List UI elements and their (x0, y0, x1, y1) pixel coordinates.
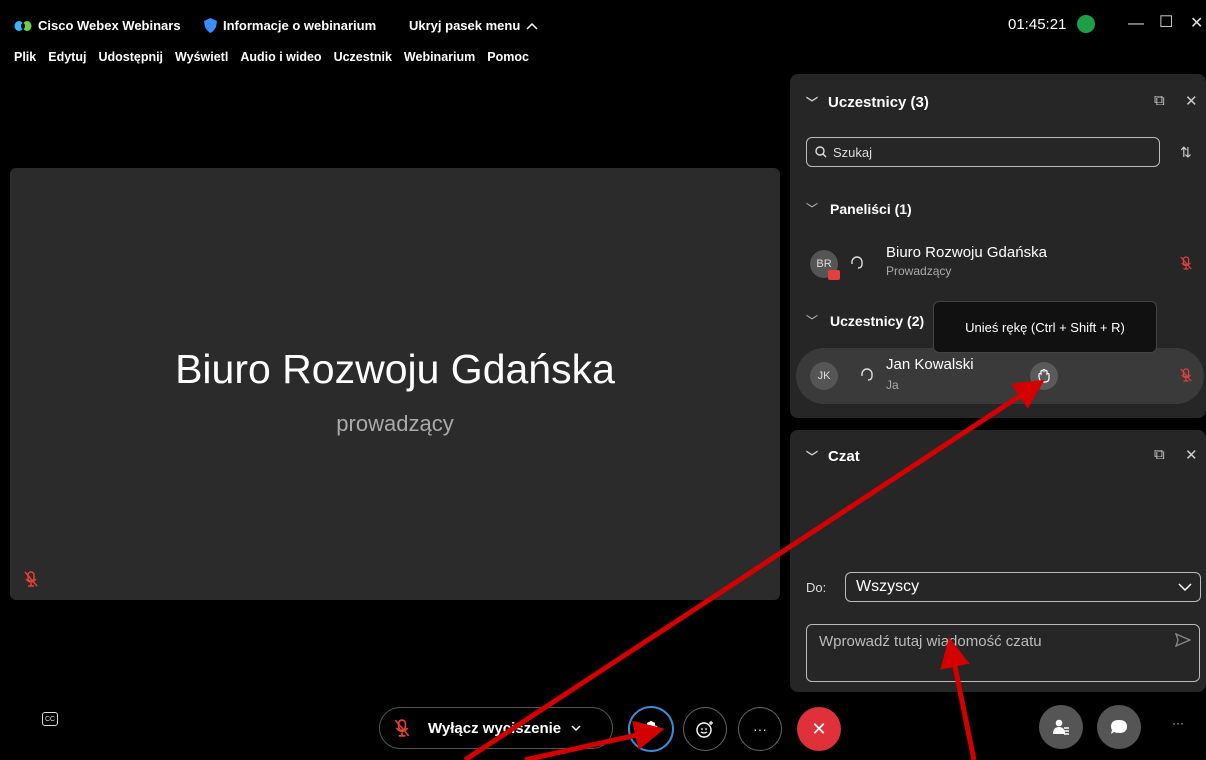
panelist-name: Biuro Rozwoju Gdańska (886, 244, 1047, 261)
more-options-button[interactable]: ··· (738, 707, 782, 751)
attendees-section-header[interactable]: ﹀ Uczestnicy (2) (806, 312, 924, 329)
emoji-add-icon (696, 721, 713, 738)
chat-input[interactable]: Wprowadź tutaj wiadomość czatu (806, 624, 1200, 682)
chat-header[interactable]: ﹀ Czat (806, 448, 860, 465)
meeting-timer: 01:45:21 (1008, 16, 1066, 33)
chat-panel: ﹀ Czat ⧉ ✕ Do: Wszyscy Wprowadź tutaj wi… (790, 430, 1206, 692)
connection-status-icon[interactable] (1077, 15, 1095, 33)
menu-bar: Plik Edytuj Udostępnij Wyświetl Audio i … (14, 50, 529, 64)
send-icon[interactable] (1175, 633, 1191, 647)
more-icon: ··· (753, 721, 767, 737)
app-title-text: Cisco Webex Webinars (38, 18, 181, 33)
chat-bubble-icon (1111, 720, 1127, 734)
menu-udostepnij[interactable]: Udostępnij (98, 50, 163, 64)
attendees-title: Uczestnicy (2) (830, 312, 925, 329)
attendee-role: Ja (886, 378, 899, 392)
headset-icon (861, 368, 873, 381)
chevron-down-icon: ﹀ (806, 450, 819, 464)
panelists-section-header[interactable]: ﹀ Paneliści (1) (806, 200, 912, 217)
muted-mic-icon (24, 571, 38, 587)
popout-icon[interactable]: ⧉ (1154, 446, 1165, 463)
title-bar: Cisco Webex Webinars Informacje o webina… (0, 0, 1206, 46)
chevron-down-icon: ﹀ (806, 202, 819, 216)
hand-icon (1038, 369, 1050, 383)
participants-panel: ﹀ Uczestnicy (3) ⧉ ✕ Szukaj ⇅ ﹀ Paneliśc… (790, 74, 1206, 418)
timer-text: 01:45:21 (1008, 16, 1067, 33)
chat-toggle-button[interactable] (1097, 705, 1141, 749)
menu-plik[interactable]: Plik (14, 50, 36, 64)
unmute-label: Wyłącz wyciszenie (428, 719, 562, 737)
overflow-menu-icon[interactable]: ··· (1172, 716, 1184, 730)
menu-webinarium[interactable]: Webinarium (404, 50, 475, 64)
popout-icon[interactable]: ⧉ (1154, 92, 1165, 109)
close-panel-icon[interactable]: ✕ (1185, 446, 1198, 464)
chevron-down-icon: ﹀ (806, 314, 819, 328)
chat-recipient-value: Wszyscy (856, 578, 920, 595)
maximize-icon[interactable]: ☐ (1159, 12, 1173, 32)
close-icon: ✕ (811, 718, 827, 739)
menu-pomoc[interactable]: Pomoc (487, 50, 529, 64)
search-placeholder: Szukaj (833, 144, 873, 160)
unmute-button[interactable]: Wyłącz wyciszenie (379, 707, 613, 749)
shield-icon (204, 18, 217, 33)
muted-mic-icon (1180, 256, 1192, 270)
muted-mic-icon (394, 719, 410, 737)
hand-icon (644, 721, 658, 737)
attendee-name: Jan Kowalski (886, 356, 974, 373)
app-title: Cisco Webex Webinars (14, 18, 181, 33)
leave-meeting-button[interactable]: ✕ (797, 707, 841, 751)
chat-to-label: Do: (806, 580, 827, 595)
hide-menu-button[interactable]: Ukryj pasek menu (409, 18, 538, 33)
chevron-down-icon (1178, 583, 1192, 591)
close-panel-icon[interactable]: ✕ (1185, 92, 1198, 110)
raise-hand-button[interactable] (1030, 362, 1058, 390)
tooltip-text: Unieś rękę (Ctrl + Shift + R) (965, 319, 1125, 335)
raise-hand-tooltip: Unieś rękę (Ctrl + Shift + R) (933, 301, 1157, 353)
hide-menu-label: Ukryj pasek menu (409, 18, 521, 33)
panelist-role: Prowadzący (886, 264, 952, 278)
webinar-info-button[interactable]: Informacje o webinarium (204, 18, 376, 33)
chevron-down-icon[interactable] (571, 725, 581, 731)
panelists-title: Paneliści (1) (830, 200, 912, 217)
participants-header[interactable]: ﹀ Uczestnicy (3) (806, 94, 929, 111)
stage-participant-role: prowadzący (336, 411, 454, 436)
webinar-info-label: Informacje o webinarium (223, 18, 377, 33)
control-bar: CC Wyłącz wyciszenie ··· ✕ ··· (0, 690, 1206, 760)
closed-captions-icon[interactable]: CC (42, 712, 58, 726)
menu-uczestnik[interactable]: Uczestnik (334, 50, 392, 64)
participants-title: Uczestnicy (3) (828, 94, 929, 111)
muted-mic-icon (1180, 368, 1192, 382)
avatar: JK (810, 362, 838, 390)
menu-wyswietl[interactable]: Wyświetl (175, 50, 228, 64)
host-badge-icon (828, 270, 840, 280)
raise-hand-toolbar-button[interactable] (628, 706, 674, 752)
chat-input-placeholder: Wprowadź tutaj wiadomość czatu (819, 633, 1042, 650)
menu-edytuj[interactable]: Edytuj (48, 50, 86, 64)
participants-toggle-button[interactable] (1039, 705, 1083, 749)
attendee-row[interactable]: JK Jan Kowalski Ja (796, 348, 1204, 404)
search-input[interactable]: Szukaj (806, 137, 1160, 167)
minimize-icon[interactable]: — (1128, 15, 1144, 33)
menu-audio-wideo[interactable]: Audio i wideo (240, 50, 321, 64)
participants-icon (1053, 719, 1069, 735)
search-icon (815, 146, 827, 158)
chevron-up-icon (526, 22, 538, 30)
sort-icon[interactable]: ⇅ (1180, 144, 1192, 161)
close-window-icon[interactable]: ✕ (1190, 13, 1203, 33)
headset-icon (851, 256, 863, 269)
chevron-down-icon: ﹀ (806, 96, 819, 110)
reactions-button[interactable] (683, 707, 727, 751)
video-stage: Biuro Rozwoju Gdańska prowadzący (10, 168, 780, 600)
chat-title: Czat (828, 448, 860, 465)
stage-participant-name: Biuro Rozwoju Gdańska (175, 346, 615, 392)
chat-recipient-select[interactable]: Wszyscy (845, 572, 1201, 602)
webex-logo-icon (14, 20, 32, 31)
avatar: BR (810, 250, 840, 280)
